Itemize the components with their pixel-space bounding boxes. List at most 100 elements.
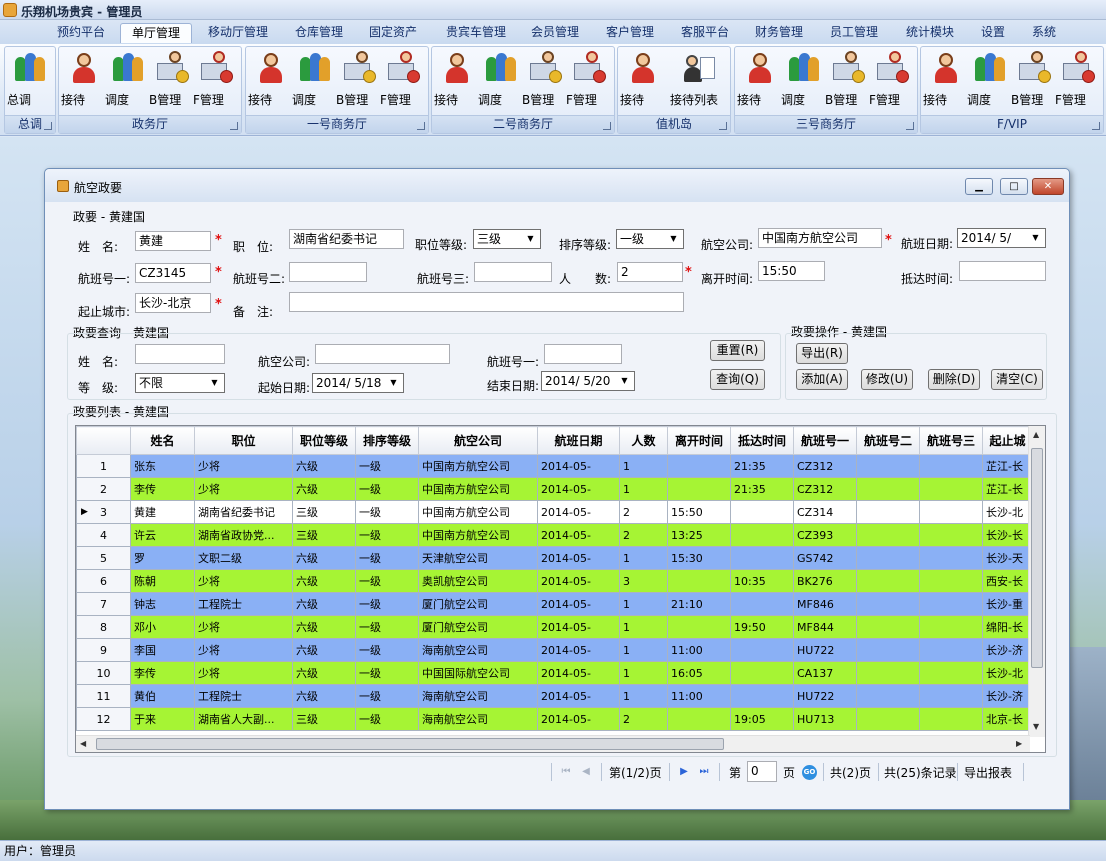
maximize-button[interactable]: □	[1000, 178, 1028, 195]
row-header[interactable]: 12	[76, 707, 131, 731]
table-cell[interactable]: 2014-05-	[537, 523, 620, 547]
group-launcher-icon[interactable]	[1092, 122, 1100, 130]
table-cell[interactable]	[667, 477, 731, 501]
table-cell[interactable]	[856, 523, 920, 547]
ribbon-button-b-manage[interactable]: B管理	[522, 49, 568, 111]
row-header[interactable]: 4	[76, 523, 131, 547]
table-cell[interactable]: 邓小	[130, 615, 195, 639]
table-cell[interactable]	[730, 592, 794, 616]
minimize-button[interactable]: ▁	[965, 178, 993, 195]
row-header[interactable]: 11	[76, 684, 131, 708]
table-cell[interactable]: 六级	[292, 638, 356, 662]
dialog-title-bar[interactable]: 航空政要 ▁ □ ✕	[45, 169, 1069, 202]
city-field[interactable]: 长沙-北京	[135, 293, 211, 313]
ribbon-button-reception[interactable]: 接待	[248, 49, 294, 111]
table-cell[interactable]	[730, 684, 794, 708]
ribbon-button-b-manage[interactable]: B管理	[825, 49, 871, 111]
table-cell[interactable]: 绵阳-长	[982, 615, 1033, 639]
table-cell[interactable]: 许云	[130, 523, 195, 547]
table-cell[interactable]: 一级	[355, 477, 419, 501]
table-cell[interactable]: 黄建	[130, 500, 195, 524]
group-launcher-icon[interactable]	[44, 122, 52, 130]
table-cell[interactable]: 10:35	[730, 569, 794, 593]
table-cell[interactable]: 张东	[130, 454, 195, 478]
table-cell[interactable]: 一级	[355, 546, 419, 570]
menu-tab-member[interactable]: 会员管理	[522, 23, 588, 43]
ribbon-button-dispatch[interactable]: 调度	[105, 49, 151, 111]
row-header[interactable]: 5	[76, 546, 131, 570]
column-header[interactable]: 航空公司	[418, 426, 538, 455]
table-cell[interactable]: 六级	[292, 569, 356, 593]
table-cell[interactable]	[919, 454, 983, 478]
table-row[interactable]: 9 李国 少将 六级 一级 海南航空公司 2014-05- 1 11:00 HU722 长沙-济	[76, 638, 1033, 662]
menu-tab-statistics[interactable]: 统计模块	[897, 23, 963, 43]
table-cell[interactable]: 1	[619, 638, 668, 662]
row-header[interactable]: 6	[76, 569, 131, 593]
table-cell[interactable]: 中国南方航空公司	[418, 500, 538, 524]
airline-field[interactable]: 中国南方航空公司	[758, 228, 882, 248]
column-header[interactable]: 排序等级	[355, 426, 419, 455]
table-cell[interactable]: 2014-05-	[537, 707, 620, 731]
scroll-right-icon[interactable]: ▶	[1016, 739, 1022, 748]
table-cell[interactable]: BK276	[793, 569, 857, 593]
table-cell[interactable]: 1	[619, 592, 668, 616]
data-grid[interactable]: 姓名 职位 职位等级 排序等级 航空公司 航班日期 人数 离开时间 抵达时间 航…	[75, 425, 1046, 753]
menu-tab-single-hall[interactable]: 单厅管理	[120, 23, 192, 43]
column-header[interactable]: 起止城	[982, 426, 1033, 455]
ribbon-button-reception[interactable]: 接待	[737, 49, 783, 111]
table-cell[interactable]	[667, 707, 731, 731]
group-launcher-icon[interactable]	[906, 122, 914, 130]
table-cell[interactable]: 六级	[292, 684, 356, 708]
table-cell[interactable]	[856, 661, 920, 685]
table-cell[interactable]: 湖南省人大副...	[194, 707, 293, 731]
ribbon-button-dispatch[interactable]: 调度	[292, 49, 338, 111]
menu-tab-system[interactable]: 系统	[1024, 23, 1064, 43]
column-header[interactable]: 航班号二	[856, 426, 920, 455]
table-cell[interactable]: 2014-05-	[537, 477, 620, 501]
column-header[interactable]: 人数	[619, 426, 668, 455]
row-header[interactable]: 2	[76, 477, 131, 501]
table-cell[interactable]: 1	[619, 661, 668, 685]
table-cell[interactable]	[919, 500, 983, 524]
menu-tab-vip-car[interactable]: 贵宾车管理	[436, 23, 516, 43]
ribbon-button-reception-list[interactable]: 接待列表	[670, 49, 728, 111]
table-cell[interactable]: 长沙-北	[982, 661, 1033, 685]
table-cell[interactable]: 中国国际航空公司	[418, 661, 538, 685]
table-cell[interactable]: 3	[619, 569, 668, 593]
table-cell[interactable]: 少将	[194, 477, 293, 501]
table-cell[interactable]	[667, 569, 731, 593]
query-flight-field[interactable]	[544, 344, 622, 364]
table-cell[interactable]: 11:00	[667, 684, 731, 708]
scroll-down-icon[interactable]: ▼	[1033, 722, 1039, 731]
table-cell[interactable]: 少将	[194, 638, 293, 662]
table-cell[interactable]: 芷江-长	[982, 477, 1033, 501]
table-cell[interactable]	[919, 592, 983, 616]
scroll-up-icon[interactable]: ▲	[1033, 430, 1039, 439]
row-header[interactable]: 9	[76, 638, 131, 662]
table-cell[interactable]: 湖南省纪委书记	[194, 500, 293, 524]
table-cell[interactable]: 少将	[194, 569, 293, 593]
ribbon-button-f-manage[interactable]: F管理	[193, 49, 239, 111]
table-cell[interactable]: 李传	[130, 477, 195, 501]
sort-select[interactable]: 一级 ▼	[616, 229, 684, 249]
table-cell[interactable]: 一级	[355, 592, 419, 616]
table-cell[interactable]: 芷江-长	[982, 454, 1033, 478]
table-cell[interactable]: 一级	[355, 569, 419, 593]
scrollbar-thumb[interactable]	[1031, 448, 1043, 668]
go-icon[interactable]: GO	[802, 765, 817, 780]
flight3-field[interactable]	[474, 262, 552, 282]
table-cell[interactable]: 15:30	[667, 546, 731, 570]
table-cell[interactable]: CZ312	[793, 454, 857, 478]
table-cell[interactable]	[856, 500, 920, 524]
query-name-field[interactable]	[135, 344, 225, 364]
table-cell[interactable]: 2014-05-	[537, 661, 620, 685]
row-header[interactable]: 3 ▶	[76, 500, 131, 524]
table-cell[interactable]: CZ393	[793, 523, 857, 547]
table-cell[interactable]: 工程院士	[194, 592, 293, 616]
menu-tab-customer[interactable]: 客户管理	[597, 23, 663, 43]
depart-time-field[interactable]: 15:50	[758, 261, 825, 281]
menu-tab-warehouse[interactable]: 仓库管理	[285, 23, 353, 43]
flight-date-picker[interactable]: 2014/ 5/▼	[957, 228, 1046, 248]
table-cell[interactable]: 中国南方航空公司	[418, 477, 538, 501]
group-launcher-icon[interactable]	[230, 122, 238, 130]
